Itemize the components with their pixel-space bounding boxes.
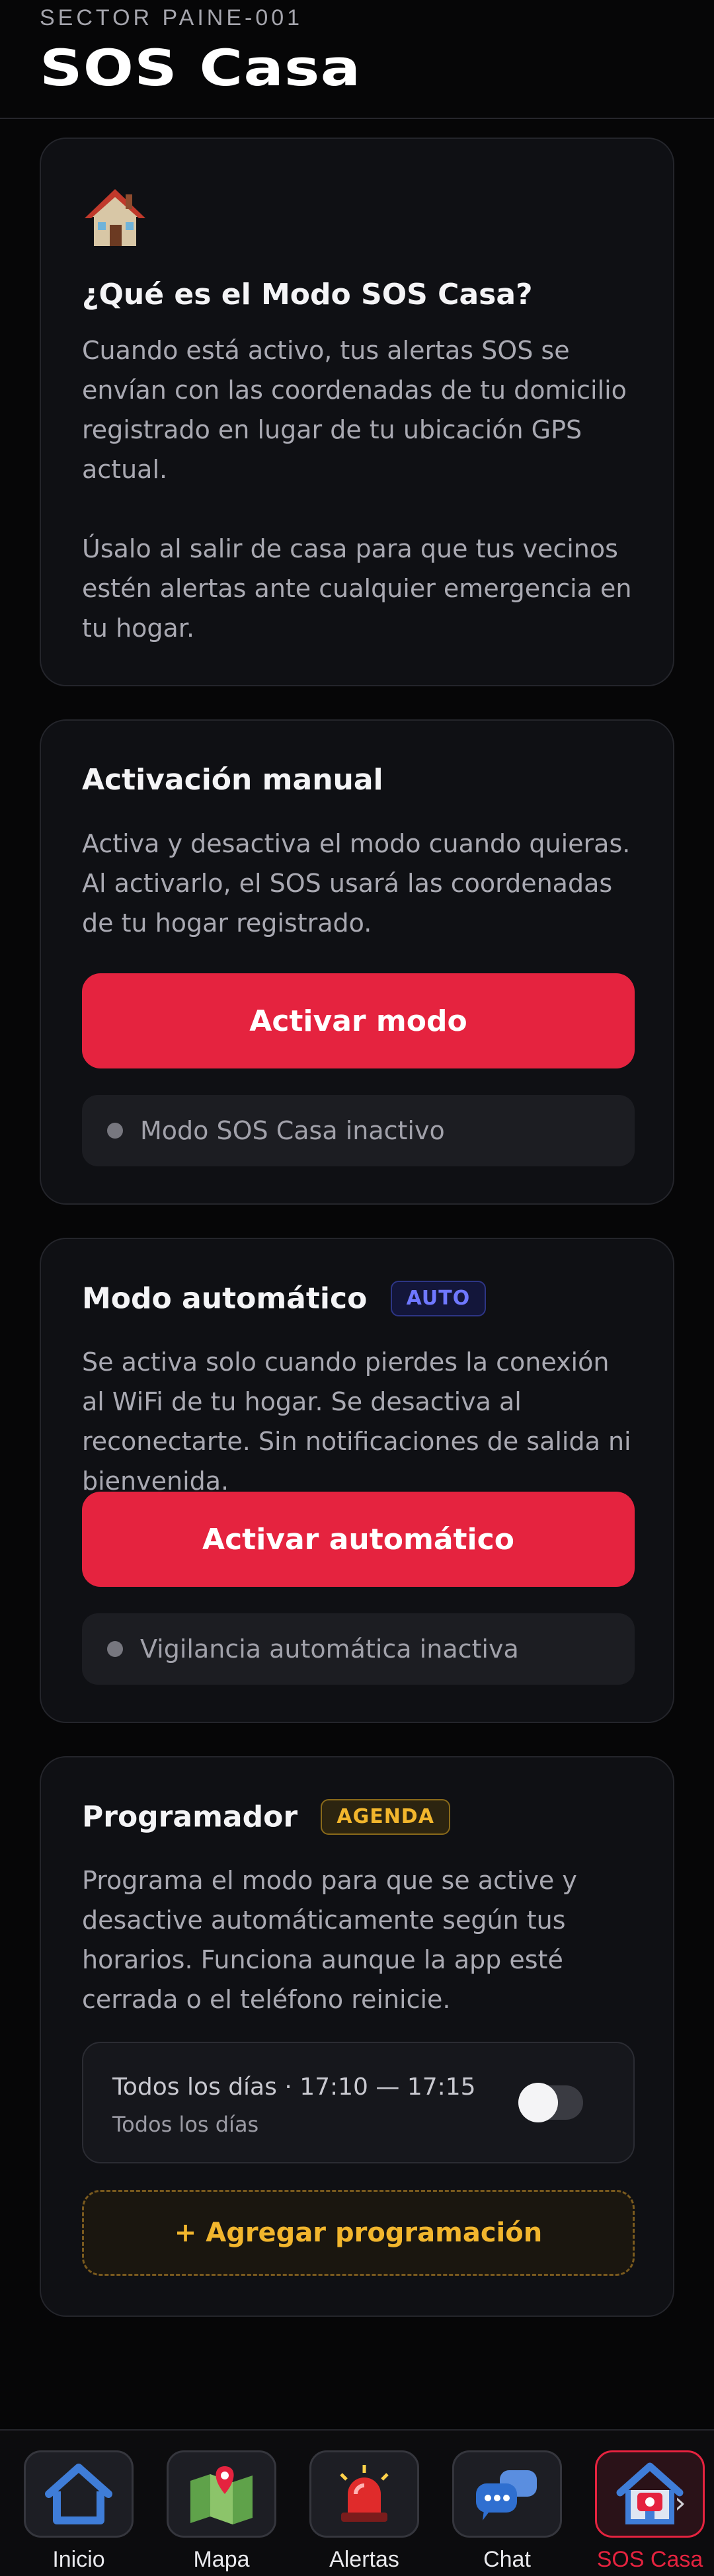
nav-tile bbox=[24, 2450, 134, 2538]
auto-description: Se activa solo cuando pierdes la conexió… bbox=[82, 1348, 631, 1496]
nav-tile bbox=[309, 2450, 419, 2538]
bottom-nav: Inicio Mapa Alertas Chat SOS Casa › bbox=[0, 2429, 714, 2576]
nav-label: SOS Casa bbox=[596, 2547, 703, 2572]
status-dot-icon bbox=[107, 1123, 123, 1139]
scheduler-title: Programador bbox=[82, 1800, 298, 1834]
nav-item-sos-casa[interactable]: SOS Casa bbox=[594, 2450, 706, 2573]
intro-card: ¿Qué es el Modo SOS Casa? Cuando está ac… bbox=[40, 138, 674, 686]
intro-title: ¿Qué es el Modo SOS Casa? bbox=[82, 278, 533, 311]
chat-icon bbox=[476, 2470, 537, 2520]
scheduler-description: Programa el modo para que se active y de… bbox=[82, 1866, 577, 2014]
intro-paragraph-1: Cuando está activo, tus alertas SOS se e… bbox=[82, 336, 627, 484]
auto-badge: AUTO bbox=[390, 1281, 487, 1316]
add-schedule-button[interactable]: + Agregar programación bbox=[82, 2190, 635, 2276]
manual-status-text: Modo SOS Casa inactivo bbox=[140, 1116, 445, 1145]
house-icon bbox=[85, 189, 145, 246]
auto-mode-card: Modo automático AUTO Se activa solo cuan… bbox=[40, 1238, 674, 1723]
auto-title-row: Modo automático AUTO bbox=[82, 1280, 487, 1316]
scheduler-title-row: Programador AGENDA bbox=[82, 1798, 450, 1835]
schedule-subtitle: Todos los días bbox=[112, 2112, 259, 2137]
nav-label: Alertas bbox=[329, 2547, 399, 2572]
schedule-item[interactable]: Todos los días · 17:10 — 17:15 Todos los… bbox=[82, 2042, 635, 2163]
schedule-toggle[interactable] bbox=[518, 2083, 583, 2122]
activate-auto-button[interactable]: Activar automático bbox=[82, 1492, 635, 1587]
status-dot-icon bbox=[107, 1641, 123, 1657]
nav-tile bbox=[595, 2450, 705, 2538]
intro-paragraph-2: Úsalo al salir de casa para que tus veci… bbox=[82, 534, 632, 643]
nav-tile bbox=[452, 2450, 562, 2538]
sector-label: SECTOR PAINE-001 bbox=[40, 5, 303, 30]
schedule-title: Todos los días · 17:10 — 17:15 bbox=[112, 2073, 476, 2101]
page-title: SOS Casa bbox=[40, 38, 362, 97]
nav-item-chat[interactable]: Chat bbox=[451, 2450, 563, 2573]
siren-icon bbox=[340, 2465, 389, 2522]
manual-title: Activación manual bbox=[82, 763, 383, 797]
app-screen: SECTOR PAINE-001 SOS Casa ¿Qué es el Mod… bbox=[0, 0, 714, 2576]
auto-title: Modo automático bbox=[82, 1281, 368, 1316]
nav-item-inicio[interactable]: Inicio bbox=[22, 2450, 135, 2573]
activate-mode-button[interactable]: Activar modo bbox=[82, 973, 635, 1068]
header: SECTOR PAINE-001 SOS Casa bbox=[0, 0, 714, 119]
nav-item-alertas[interactable]: Alertas bbox=[308, 2450, 420, 2573]
agenda-badge: AGENDA bbox=[321, 1799, 450, 1835]
home-icon bbox=[45, 2464, 112, 2524]
auto-status: Vigilancia automática inactiva bbox=[82, 1613, 635, 1685]
auto-status-text: Vigilancia automática inactiva bbox=[140, 1634, 519, 1664]
toggle-knob bbox=[518, 2083, 558, 2122]
nav-tile bbox=[167, 2450, 276, 2538]
nav-item-mapa[interactable]: Mapa bbox=[165, 2450, 278, 2573]
manual-description: Activa y desactiva el modo cuando quiera… bbox=[82, 829, 631, 938]
chevron-right-icon[interactable]: › bbox=[674, 2486, 686, 2520]
manual-activation-card: Activación manual Activa y desactiva el … bbox=[40, 719, 674, 1205]
scheduler-card: Programador AGENDA Programa el modo para… bbox=[40, 1756, 674, 2317]
nav-label: Inicio bbox=[52, 2547, 105, 2572]
manual-status: Modo SOS Casa inactivo bbox=[82, 1095, 635, 1166]
map-icon bbox=[190, 2466, 253, 2524]
nav-label: Mapa bbox=[193, 2547, 250, 2572]
nav-label: Chat bbox=[483, 2547, 531, 2572]
